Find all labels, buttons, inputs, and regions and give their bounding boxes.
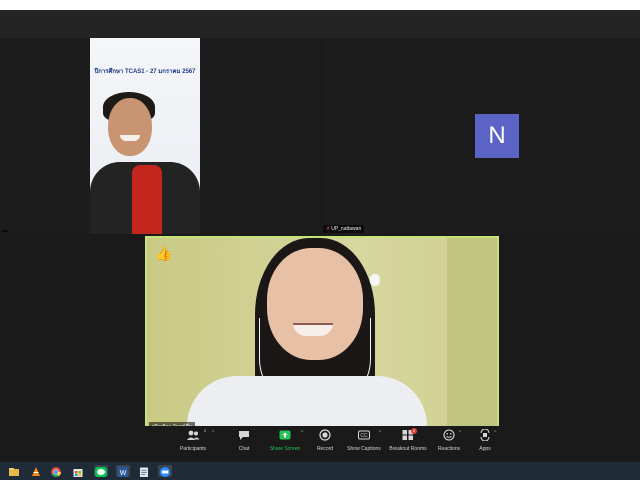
line-icon[interactable] (94, 465, 108, 477)
record-label: Record (316, 446, 334, 452)
earphone-bud (370, 274, 380, 286)
participants-caret-icon[interactable]: ^ (212, 430, 214, 436)
svg-text:W: W (120, 470, 127, 477)
file-explorer-icon[interactable] (8, 465, 20, 477)
presenter-smile (120, 135, 140, 141)
presenter-name-label (2, 230, 8, 232)
notepad-icon[interactable] (138, 465, 150, 477)
record-icon (319, 429, 331, 441)
presenter-video-feed: ปีการศึกษา TCAS1 - 27 มกราคม 2567 (90, 38, 200, 234)
store-icon[interactable] (72, 465, 84, 477)
presenter-face (108, 98, 152, 156)
participants-button[interactable]: 3 Participants (176, 428, 210, 461)
participants-label: Participants (179, 446, 207, 452)
chrome-icon[interactable] (50, 465, 62, 478)
chat-label: Chat (238, 446, 250, 452)
chat-icon (239, 431, 249, 440)
word-icon[interactable]: W (116, 465, 130, 477)
captions-caret-icon[interactable]: ^ (379, 430, 381, 436)
captions-icon-text: CC (360, 433, 368, 439)
chat-button[interactable]: Chat (233, 428, 255, 461)
share-screen-icon (279, 430, 291, 440)
show-captions-button[interactable]: CC Show Captions (345, 428, 383, 461)
apps-icon (480, 428, 490, 442)
reactions-label: Reactions (437, 446, 461, 452)
participant-name-label: ✗UP_nattawan (323, 225, 365, 233)
share-screen-button[interactable]: Share Screen (268, 428, 302, 461)
vlc-icon[interactable] (30, 465, 42, 477)
windows-taskbar: W (0, 462, 640, 480)
participant-name-text: UP_nattawan (331, 226, 362, 232)
video-tile-presenter[interactable]: ปีการศึกษา TCAS1 - 27 มกราคม 2567 (0, 38, 320, 234)
apps-button[interactable]: Apps (474, 428, 496, 461)
breakout-rooms-label: Breakout Rooms (389, 446, 427, 452)
presenter-shirt (132, 165, 162, 234)
breakout-rooms-button[interactable]: 2 Breakout Rooms (388, 428, 428, 461)
captions-icon: CC (358, 430, 370, 440)
reactions-caret-icon[interactable]: ^ (459, 430, 461, 436)
zoom-meeting-window: ปีการศึกษา TCAS1 - 27 มกราคม 2567 N ✗UP_… (0, 10, 640, 462)
record-button[interactable]: Record (313, 428, 337, 461)
show-captions-label: Show Captions (347, 446, 381, 452)
presenter-banner-text: ปีการศึกษา TCAS1 - 27 มกราคม 2567 (94, 69, 196, 75)
avatar: N (475, 114, 519, 158)
share-screen-caret-icon[interactable]: ^ (301, 430, 303, 436)
video-tile-active-speaker[interactable]: 👍 ปริญชิตา อินทร์ชื่น (145, 236, 499, 436)
apps-caret-icon[interactable]: ^ (494, 430, 496, 436)
title-bar (0, 10, 640, 38)
mic-muted-icon: ✗ (326, 226, 331, 232)
meeting-toolbar: 3 Participants ^ Chat Share Screen ^ Rec… (0, 426, 640, 462)
thumbs-up-reaction-icon: 👍 (155, 245, 173, 261)
speaker-wall-corner (447, 238, 497, 434)
share-screen-label: Share Screen (269, 446, 301, 452)
participants-count: 3 (203, 428, 206, 433)
apps-label: Apps (479, 446, 491, 452)
reactions-icon (443, 429, 455, 441)
breakout-rooms-badge: 2 (411, 428, 417, 434)
video-tile-nattawan[interactable]: N ✗UP_nattawan (322, 38, 640, 234)
zoom-icon[interactable] (158, 465, 172, 477)
participants-icon (187, 430, 200, 440)
